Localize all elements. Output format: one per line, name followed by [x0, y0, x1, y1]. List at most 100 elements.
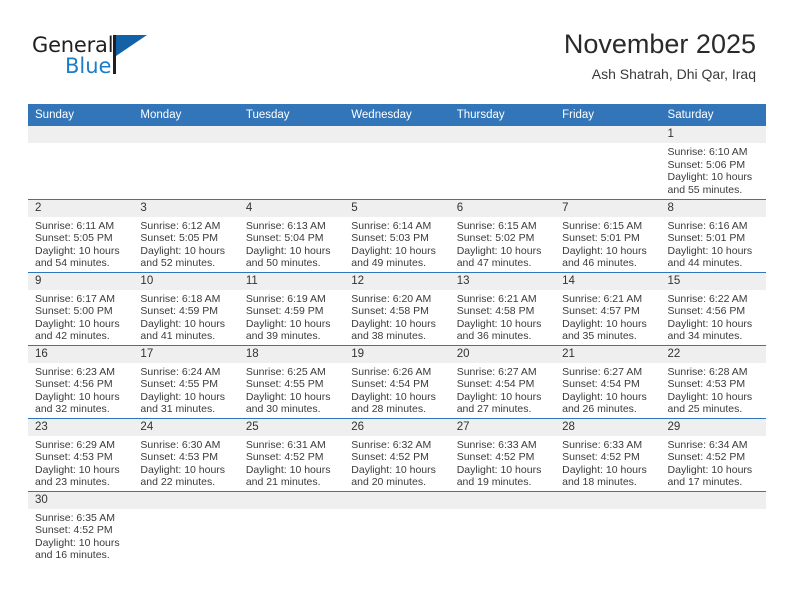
calendar-cell-empty[interactable] [28, 126, 134, 200]
calendar-cell-empty[interactable] [344, 491, 450, 564]
calendar-day-cell[interactable]: 8 Sunrise: 6:16 AM Sunset: 5:01 PM Daylight… [660, 199, 766, 273]
calendar-day-cell[interactable]: 23 Sunrise: 6:29 AM Sunset: 4:53 PM Dayligh… [28, 418, 134, 492]
calendar-cell-empty[interactable] [344, 126, 450, 200]
sunrise-text: Sunrise: 6:23 AM [35, 365, 115, 378]
calendar-day-cell[interactable]: 11 Sunrise: 6:19 AM Sunset: 4:59 PM Dayligh… [238, 272, 345, 346]
sunset-text: Sunset: 4:55 PM [140, 378, 219, 391]
daylight-text-line2: and 50 minutes. [245, 257, 321, 270]
weekday-header-wednesday: Wednesday [344, 104, 450, 126]
daylight-text-line1: Daylight: 10 hours [140, 463, 226, 476]
daylight-text-line2: and 54 minutes. [35, 257, 110, 270]
day-number: 22 [660, 345, 766, 363]
page-title: November 2025 [563, 29, 756, 59]
day-details: Sunrise: 6:24 AM Sunset: 4:55 PM Daylight:… [133, 363, 238, 416]
daylight-text-line1: Daylight: 10 hours [351, 390, 436, 403]
sunset-text: Sunset: 4:53 PM [667, 378, 746, 391]
daylight-text-line2: and 26 minutes. [562, 403, 637, 416]
calendar-day-cell[interactable]: 6 Sunrise: 6:15 AM Sunset: 5:02 PM Daylight… [449, 199, 556, 273]
calendar-day-cell[interactable]: 17 Sunrise: 6:24 AM Sunset: 4:55 PM Dayligh… [133, 345, 239, 419]
day-details: Sunrise: 6:21 AM Sunset: 4:58 PM Daylight:… [450, 290, 555, 343]
day-details: Sunrise: 6:17 AM Sunset: 5:00 PM Daylight:… [28, 290, 133, 343]
calendar-day-cell[interactable]: 27 Sunrise: 6:33 AM Sunset: 4:52 PM Dayligh… [449, 418, 556, 492]
sunrise-text: Sunrise: 6:19 AM [245, 292, 326, 305]
day-number: 10 [133, 272, 239, 290]
calendar-day-cell[interactable]: 14 Sunrise: 6:21 AM Sunset: 4:57 PM Dayligh… [555, 272, 661, 346]
calendar-day-cell[interactable]: 15 Sunrise: 6:22 AM Sunset: 4:56 PM Dayligh… [660, 272, 766, 346]
daylight-text-line1: Daylight: 10 hours [562, 463, 647, 476]
sunset-text: Sunset: 4:52 PM [667, 451, 746, 464]
calendar-week-row: 9 Sunrise: 6:17 AM Sunset: 5:00 PM Daylight… [28, 272, 766, 346]
calendar-day-cell[interactable]: 13 Sunrise: 6:21 AM Sunset: 4:58 PM Dayligh… [449, 272, 556, 346]
daylight-text-line1: Daylight: 10 hours [562, 244, 647, 257]
sunrise-text: Sunrise: 6:24 AM [140, 365, 221, 378]
daylight-text-line2: and 20 minutes. [351, 476, 426, 489]
sunrise-text: Sunrise: 6:18 AM [140, 292, 221, 305]
daylight-text-line2: and 22 minutes. [140, 476, 216, 489]
calendar-day-cell[interactable]: 26 Sunrise: 6:32 AM Sunset: 4:52 PM Dayligh… [344, 418, 450, 492]
calendar-cell-empty[interactable] [555, 126, 661, 200]
calendar-cell-empty[interactable] [449, 491, 556, 564]
day-number [238, 491, 345, 509]
calendar-day-cell[interactable]: 16 Sunrise: 6:23 AM Sunset: 4:56 PM Dayligh… [28, 345, 134, 419]
sunset-text: Sunset: 5:03 PM [351, 232, 429, 245]
daylight-text-line1: Daylight: 10 hours [140, 390, 226, 403]
daylight-text-line1: Daylight: 10 hours [562, 390, 647, 403]
calendar-day-cell[interactable]: 24 Sunrise: 6:30 AM Sunset: 4:53 PM Dayligh… [133, 418, 239, 492]
calendar-day-cell[interactable]: 2 Sunrise: 6:11 AM Sunset: 5:05 PM Daylight… [28, 199, 134, 273]
calendar-cell-empty[interactable] [555, 491, 661, 564]
sunset-text: Sunset: 5:06 PM [667, 158, 746, 171]
calendar-cell-empty[interactable] [238, 126, 345, 200]
sunset-text: Sunset: 4:52 PM [35, 524, 113, 537]
sunrise-text: Sunrise: 6:16 AM [667, 219, 748, 232]
day-number [449, 491, 556, 509]
day-number: 18 [238, 345, 345, 363]
calendar-day-cell[interactable]: 10 Sunrise: 6:18 AM Sunset: 4:59 PM Dayligh… [133, 272, 239, 346]
sunrise-text: Sunrise: 6:15 AM [562, 219, 643, 232]
calendar-cell-empty[interactable] [133, 126, 239, 200]
daylight-text-line2: and 21 minutes. [245, 476, 321, 489]
calendar-day-cell[interactable]: 5 Sunrise: 6:14 AM Sunset: 5:03 PM Daylight… [344, 199, 450, 273]
calendar-day-cell[interactable]: 20 Sunrise: 6:27 AM Sunset: 4:54 PM Dayligh… [449, 345, 556, 419]
daylight-text-line2: and 47 minutes. [456, 257, 532, 270]
daylight-text-line1: Daylight: 10 hours [140, 317, 226, 330]
calendar-day-cell[interactable]: 1 Sunrise: 6:10 AM Sunset: 5:06 PM Daylight… [660, 126, 766, 200]
sunrise-text: Sunrise: 6:33 AM [562, 438, 643, 451]
sunrise-text: Sunrise: 6:15 AM [456, 219, 537, 232]
calendar-day-cell[interactable]: 25 Sunrise: 6:31 AM Sunset: 4:52 PM Dayligh… [238, 418, 345, 492]
calendar-cell-empty[interactable] [449, 126, 556, 200]
day-number: 23 [28, 418, 134, 436]
daylight-text-line1: Daylight: 10 hours [35, 463, 120, 476]
calendar-grid: Sunday Monday Tuesday Wednesday Thursday… [28, 104, 766, 564]
calendar-day-cell[interactable]: 18 Sunrise: 6:25 AM Sunset: 4:55 PM Dayligh… [238, 345, 345, 419]
daylight-text-line2: and 17 minutes. [667, 476, 743, 489]
calendar-day-cell[interactable]: 29 Sunrise: 6:34 AM Sunset: 4:52 PM Dayligh… [660, 418, 766, 492]
calendar-day-cell[interactable]: 28 Sunrise: 6:33 AM Sunset: 4:52 PM Dayligh… [555, 418, 661, 492]
calendar-cell-empty[interactable] [238, 491, 345, 564]
daylight-text-line1: Daylight: 10 hours [351, 463, 436, 476]
sunset-text: Sunset: 5:05 PM [140, 232, 219, 245]
calendar-day-cell[interactable]: 19 Sunrise: 6:26 AM Sunset: 4:54 PM Dayligh… [344, 345, 450, 419]
day-details: Sunrise: 6:21 AM Sunset: 4:57 PM Daylight:… [555, 290, 660, 343]
weekday-header-tuesday: Tuesday [238, 104, 345, 126]
day-number: 24 [133, 418, 239, 436]
sunrise-text: Sunrise: 6:20 AM [351, 292, 432, 305]
calendar-cell-empty[interactable] [133, 491, 239, 564]
calendar-day-cell[interactable]: 7 Sunrise: 6:15 AM Sunset: 5:01 PM Daylight… [555, 199, 661, 273]
daylight-text-line1: Daylight: 10 hours [35, 244, 120, 257]
calendar-day-cell[interactable]: 12 Sunrise: 6:20 AM Sunset: 4:58 PM Dayligh… [344, 272, 450, 346]
day-details: Sunrise: 6:16 AM Sunset: 5:01 PM Daylight:… [661, 217, 766, 270]
day-details: Sunrise: 6:27 AM Sunset: 4:54 PM Daylight:… [555, 363, 660, 416]
calendar-day-cell[interactable]: 3 Sunrise: 6:12 AM Sunset: 5:05 PM Daylight… [133, 199, 239, 273]
general-blue-logo[interactable]: General Blue [32, 34, 152, 84]
calendar-day-cell[interactable]: 4 Sunrise: 6:13 AM Sunset: 5:04 PM Daylight… [238, 199, 345, 273]
day-number: 9 [28, 272, 134, 290]
calendar-day-cell[interactable]: 30 Sunrise: 6:35 AM Sunset: 4:52 PM Dayligh… [28, 491, 134, 564]
calendar-day-cell[interactable]: 9 Sunrise: 6:17 AM Sunset: 5:00 PM Daylight… [28, 272, 134, 346]
calendar-cell-empty[interactable] [660, 491, 766, 564]
daylight-text-line2: and 38 minutes. [351, 330, 426, 343]
calendar-day-cell[interactable]: 21 Sunrise: 6:27 AM Sunset: 4:54 PM Dayligh… [555, 345, 661, 419]
daylight-text-line1: Daylight: 10 hours [35, 536, 120, 549]
calendar-day-cell[interactable]: 22 Sunrise: 6:28 AM Sunset: 4:53 PM Dayligh… [660, 345, 766, 419]
sunset-text: Sunset: 5:04 PM [245, 232, 324, 245]
daylight-text-line1: Daylight: 10 hours [456, 244, 542, 257]
